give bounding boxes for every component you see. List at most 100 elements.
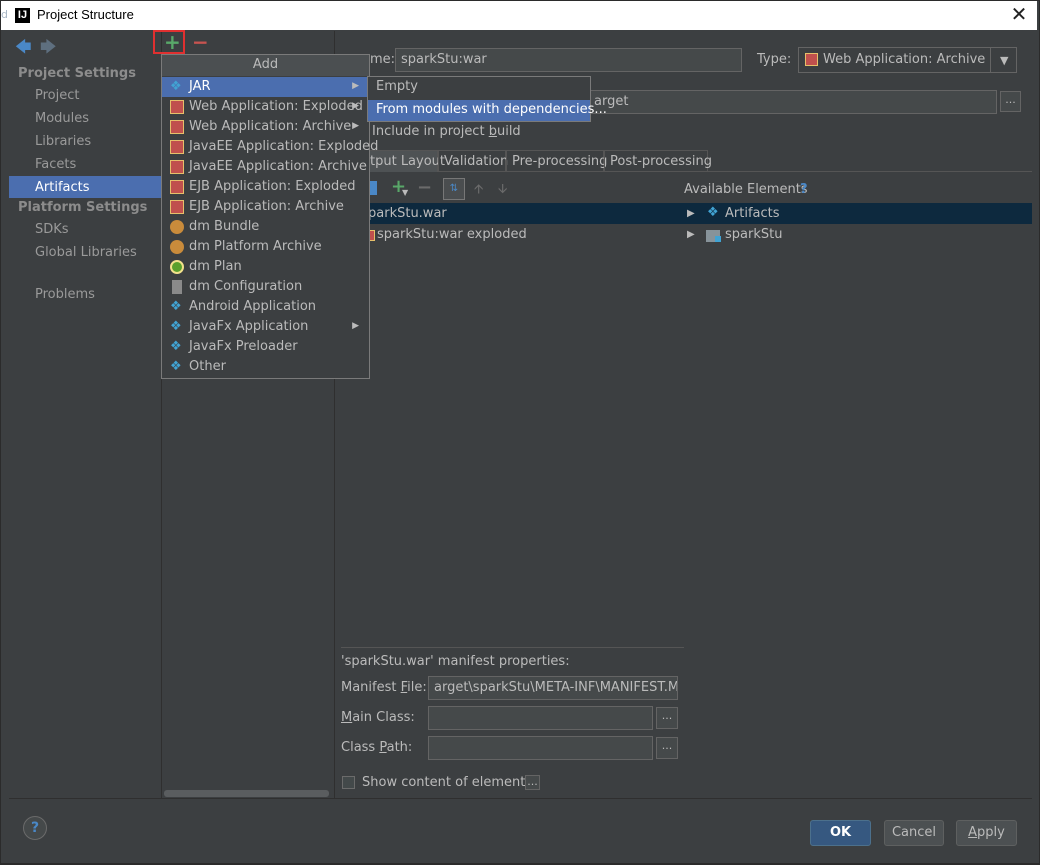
sidebar-item-problems[interactable]: Problems	[35, 287, 95, 302]
intellij-logo-icon: IJ	[15, 8, 30, 23]
sidebar-item-facets[interactable]: Facets	[35, 157, 76, 172]
sidebar-heading-project-settings: Project Settings	[18, 66, 136, 81]
javaee-exploded-icon	[170, 140, 184, 154]
show-content-options-button[interactable]: ...	[525, 775, 540, 790]
tab-validation[interactable]: Validation	[438, 150, 508, 172]
jar-icon: ❖	[170, 79, 182, 94]
add-menu-item[interactable]: dm Platform Archive	[162, 237, 369, 257]
javafx-preloader-icon: ❖	[170, 339, 182, 354]
add-menu-item[interactable]: dm Plan	[162, 257, 369, 277]
tree-item-war-root[interactable]: parkStu.war	[368, 206, 447, 221]
sidebar-item-sdks[interactable]: SDKs	[35, 222, 69, 237]
add-menu-item[interactable]: ❖ JavaFx Application ▶	[162, 317, 369, 337]
browse-main-class-button[interactable]: ...	[656, 707, 678, 729]
tab-post-processing[interactable]: Post-processing	[604, 150, 712, 172]
submenu-arrow-icon: ▶	[352, 121, 359, 131]
sort-elements-icon[interactable]: ⇅	[443, 178, 465, 200]
cancel-button[interactable]: Cancel	[884, 820, 944, 846]
chevron-down-icon: ▼	[1000, 54, 1009, 67]
tree-item-war-exploded[interactable]: sparkStu:war exploded	[377, 227, 527, 242]
output-directory-field[interactable]: arget	[588, 90, 997, 114]
add-menu-item[interactable]: ❖ JavaFx Preloader	[162, 337, 369, 357]
android-icon: ❖	[170, 299, 182, 314]
manifest-file-field[interactable]: arget\sparkStu\META-INF\MANIFEST.MF	[428, 676, 678, 700]
add-menu-item-label: dm Plan	[189, 259, 242, 274]
move-down-icon[interactable]: 🡫	[498, 180, 507, 202]
add-menu-item[interactable]: ❖ Other	[162, 357, 369, 377]
back-arrow-icon[interactable]: 🡄	[15, 36, 32, 63]
class-path-field[interactable]	[428, 736, 653, 760]
manifest-heading: 'sparkStu.war' manifest properties:	[341, 654, 570, 669]
add-menu-item[interactable]: JavaEE Application: Archive	[162, 157, 369, 177]
main-class-label: Main Class:	[341, 710, 415, 725]
sidebar-item-artifacts[interactable]: Artifacts	[35, 180, 90, 195]
available-elements-label: Available Elements	[684, 182, 808, 197]
other-icon: ❖	[170, 359, 182, 374]
add-artifact-button[interactable]: +	[164, 30, 181, 54]
remove-element-icon[interactable]: −	[417, 177, 432, 198]
move-up-icon[interactable]: 🡩	[474, 180, 483, 202]
tab-pre-processing[interactable]: Pre-processing	[506, 150, 607, 172]
help-button[interactable]: ?	[23, 816, 47, 840]
add-menu-item-label: Android Application	[189, 299, 317, 314]
add-menu-item[interactable]: JavaEE Application: Exploded	[162, 137, 378, 157]
add-menu-item-label: dm Bundle	[189, 219, 260, 234]
add-menu-item[interactable]: ❖ Android Application	[162, 297, 369, 317]
submenu-arrow-icon: ▶	[352, 321, 359, 331]
add-menu-item-label: JavaFx Preloader	[189, 339, 298, 354]
submenu-item-from-modules[interactable]: From modules with dependencies...	[368, 100, 607, 121]
javafx-icon: ❖	[170, 319, 182, 334]
add-menu-item-label: JAR	[189, 79, 211, 94]
sidebar-item-modules[interactable]: Modules	[35, 111, 89, 126]
show-content-checkbox[interactable]	[342, 776, 355, 789]
browse-output-button[interactable]: ...	[1000, 91, 1021, 112]
dm-platform-icon	[170, 240, 184, 254]
available-item-artifacts[interactable]: Artifacts	[725, 206, 780, 221]
add-menu-item[interactable]: ❖ JAR ▶	[162, 77, 369, 97]
window-title: Project Structure	[37, 7, 134, 22]
show-content-label[interactable]: Show content of elements	[362, 775, 532, 790]
submenu-item-empty[interactable]: Empty	[368, 77, 590, 98]
add-menu-item[interactable]: Web Application: Exploded ▶	[162, 97, 369, 117]
add-menu-item-label: EJB Application: Archive	[189, 199, 344, 214]
ok-button[interactable]: OK	[810, 820, 871, 846]
footer-separator	[9, 798, 1032, 799]
forward-arrow-icon[interactable]: 🡆	[40, 36, 57, 63]
dropdown-divider	[990, 48, 991, 72]
ejb-archive-icon	[170, 200, 184, 214]
web-archive-icon	[805, 53, 818, 66]
add-menu-item[interactable]: EJB Application: Archive	[162, 197, 369, 217]
include-in-build-label[interactable]: Include in project build	[372, 124, 521, 139]
chevron-down-icon: ▼	[402, 188, 409, 197]
sidebar-item-global-libraries[interactable]: Global Libraries	[35, 245, 137, 260]
add-menu-item[interactable]: Web Application: Archive ▶	[162, 117, 369, 137]
sidebar-heading-platform-settings: Platform Settings	[18, 200, 148, 215]
artifact-type-dropdown[interactable]: Web Application: Archive ▼	[798, 47, 1017, 73]
help-icon[interactable]: ?	[800, 182, 808, 197]
web-archive-icon	[170, 120, 184, 134]
close-icon[interactable]: ✕	[1008, 3, 1030, 25]
available-item-sparkstu[interactable]: sparkStu	[725, 227, 782, 242]
horizontal-scrollbar[interactable]	[164, 790, 329, 797]
browse-class-path-button[interactable]: ...	[656, 737, 678, 759]
remove-artifact-button[interactable]: −	[192, 30, 209, 54]
javaee-archive-icon	[170, 160, 184, 174]
manifest-file-label: Manifest File:	[341, 680, 427, 695]
add-menu-item-label: Web Application: Exploded	[189, 99, 363, 114]
add-menu-item[interactable]: dm Bundle	[162, 217, 369, 237]
add-menu-item[interactable]: EJB Application: Exploded	[162, 177, 369, 197]
add-menu-item[interactable]: dm Configuration	[162, 277, 369, 297]
class-path-label: Class Path:	[341, 740, 413, 755]
add-menu-item-label: dm Configuration	[189, 279, 303, 294]
add-popup-header: Add	[162, 55, 369, 76]
web-exploded-icon	[170, 100, 184, 114]
expand-artifacts-icon[interactable]: ▶	[687, 208, 695, 219]
apply-button[interactable]: Apply	[956, 820, 1017, 846]
dm-config-icon	[172, 280, 182, 294]
sidebar-item-libraries[interactable]: Libraries	[35, 134, 91, 149]
artifact-name-field[interactable]: sparkStu:war	[395, 48, 742, 72]
expand-module-icon[interactable]: ▶	[687, 229, 695, 240]
add-menu-item-label: JavaFx Application	[189, 319, 309, 334]
main-class-field[interactable]	[428, 706, 653, 730]
sidebar-item-project[interactable]: Project	[35, 88, 79, 103]
